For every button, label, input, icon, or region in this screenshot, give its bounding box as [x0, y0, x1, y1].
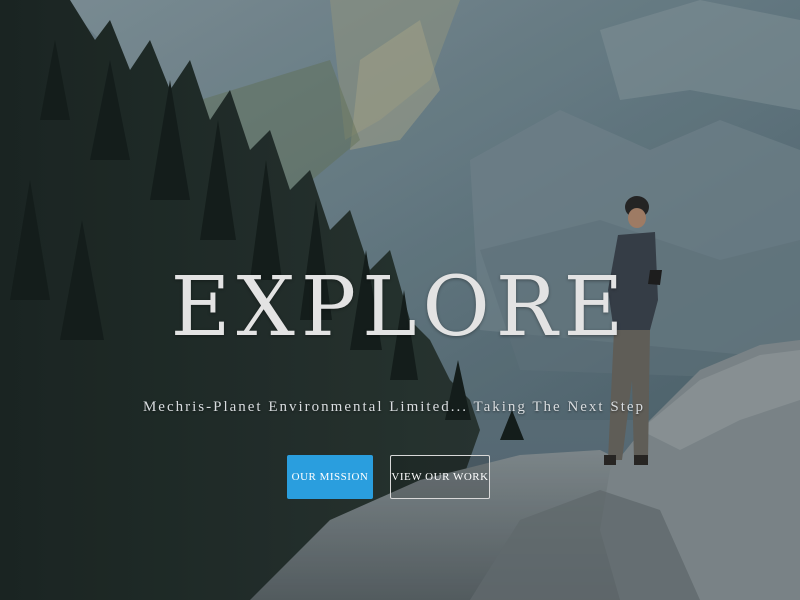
hero-section: EXPLORE Mechris-Planet Environmental Lim…: [0, 0, 800, 600]
our-mission-button[interactable]: OUR MISSION: [287, 455, 373, 499]
hero-title: EXPLORE: [170, 259, 630, 355]
hero-tagline: Mechris-Planet Environmental Limited... …: [142, 399, 646, 415]
view-our-work-button[interactable]: VIEW OUR WORK: [390, 455, 490, 499]
